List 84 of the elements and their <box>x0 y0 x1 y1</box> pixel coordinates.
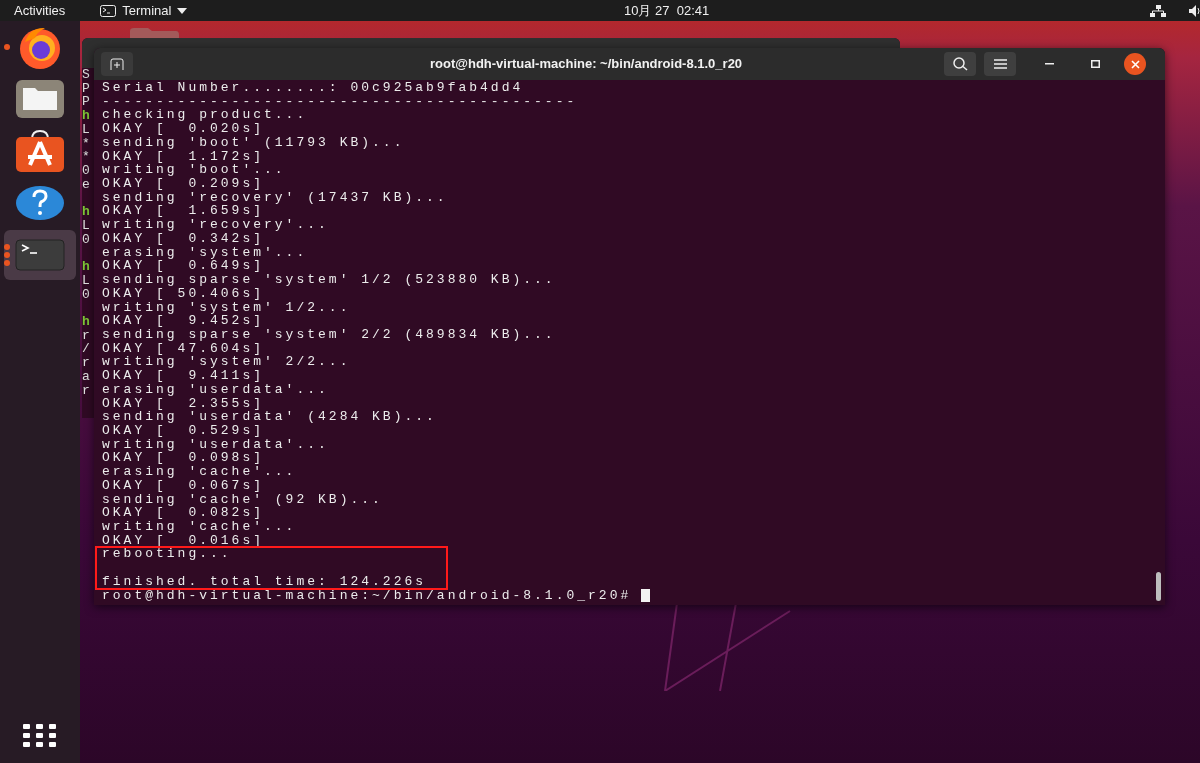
running-indicator <box>4 44 10 50</box>
terminal-line: r <box>82 383 90 398</box>
app-menu[interactable]: Terminal <box>100 0 188 21</box>
terminal-line: rebooting... <box>102 547 232 562</box>
terminal-line: writing 'cache'... <box>102 520 297 534</box>
terminal-line: * <box>82 150 90 165</box>
terminal-icon <box>100 4 117 17</box>
terminal-line: writing 'system' 2/2... <box>102 355 351 370</box>
terminal-prompt: h <box>82 260 90 274</box>
terminal-line: finished. total time: 124.226s <box>102 574 427 589</box>
close-icon <box>1130 59 1140 69</box>
terminal-line: writing 'system' 1/2... <box>102 300 351 315</box>
search-button[interactable] <box>944 52 976 76</box>
terminal-prompt: h <box>82 109 90 123</box>
search-icon <box>952 57 968 71</box>
maximize-icon <box>1090 60 1100 68</box>
terminal-line: -------------------------------------------- <box>102 94 578 109</box>
terminal-line: OKAY [ 0.098s] <box>102 451 265 466</box>
help-icon[interactable] <box>15 185 65 221</box>
terminal-line: e <box>82 177 90 192</box>
terminal-line: sending 'recovery' (17437 KB)... <box>102 190 448 205</box>
activities-button[interactable]: Activities <box>14 0 66 21</box>
terminal-line: OKAY [ 0.082s] <box>102 506 265 520</box>
terminal-line: / <box>82 342 90 357</box>
running-indicator <box>4 244 10 266</box>
scrollbar[interactable] <box>1156 572 1161 601</box>
terminal-prompt: h <box>82 314 90 329</box>
terminal-line: P <box>82 95 90 110</box>
menu-button[interactable] <box>984 52 1016 76</box>
terminal-line: erasing 'system'... <box>102 245 308 260</box>
terminal-line: checking product... <box>102 108 308 123</box>
terminal-line: OKAY [ 9.411s] <box>102 369 265 383</box>
terminal-line: Serial Number........: 00c925ab9fab4dd4 <box>102 81 524 95</box>
volume-icon[interactable] <box>1189 4 1200 17</box>
app-grid-icon[interactable] <box>23 724 57 748</box>
terminal-line: OKAY [ 9.452s] <box>102 314 265 328</box>
clock[interactable]: 10月 27 02:41 <box>624 0 710 21</box>
terminal-line: OKAY [ 0.067s] <box>102 478 265 493</box>
terminal-line: writing 'boot'... <box>102 163 286 178</box>
terminal-line: sending sparse 'system' 2/2 (489834 KB)... <box>102 327 556 342</box>
terminal-line: writing 'recovery'... <box>102 218 329 232</box>
terminal-line: writing 'userdata'... <box>102 437 329 452</box>
terminal-icon[interactable] <box>15 239 65 271</box>
terminal-line: sending 'userdata' (4284 KB)... <box>102 410 437 424</box>
terminal-line: OKAY [ 2.355s] <box>102 396 265 411</box>
terminal-line: OKAY [ 1.659s] <box>102 204 265 219</box>
terminal-line: OKAY [ 50.406s] <box>102 286 265 301</box>
terminal-line: OKAY [ 0.342s] <box>102 231 265 246</box>
terminal-line: r <box>82 356 90 370</box>
caret-icon <box>177 7 188 14</box>
terminal-line: 0 <box>82 287 90 302</box>
terminal-line: L <box>82 218 90 233</box>
terminal-line: P <box>82 81 90 96</box>
network-icon[interactable] <box>1150 4 1166 17</box>
terminal-line: * <box>82 136 90 151</box>
terminal-line: OKAY [ 0.020s] <box>102 122 265 136</box>
terminal-line: a <box>82 369 90 384</box>
terminal-prompt: root@hdh-virtual-machine:~/bin/android-8.1.0_r20# <box>102 588 632 603</box>
terminal-prompt: h <box>82 205 90 219</box>
terminal-line: 0 <box>82 232 90 247</box>
new-tab-icon <box>109 58 125 70</box>
terminal-line: erasing 'userdata'... <box>102 382 329 397</box>
minimize-icon <box>1044 63 1054 65</box>
terminal-line: OKAY [ 0.209s] <box>102 177 265 191</box>
menu-icon <box>993 59 1007 69</box>
terminal-line: sending sparse 'system' 1/2 (523880 KB)... <box>102 273 556 287</box>
terminal-line: sending 'boot' (11793 KB)... <box>102 135 405 150</box>
terminal-line: sending 'cache' (92 KB)... <box>102 492 383 507</box>
terminal-line: r <box>82 328 90 343</box>
terminal-line: L <box>82 273 90 288</box>
terminal-line: OKAY [ 0.649s] <box>102 259 265 274</box>
terminal-line: OKAY [ 0.529s] <box>102 423 265 438</box>
new-tab-button[interactable] <box>101 52 133 76</box>
folder-icon[interactable] <box>15 79 65 119</box>
window-title: root@hdh-virtual-machine: ~/bin/android-8.1.0_r20 <box>430 55 743 74</box>
close-button[interactable] <box>1124 53 1146 75</box>
terminal-line: 0 <box>82 164 90 178</box>
terminal-line: L <box>82 122 90 137</box>
terminal-line: OKAY [ 1.172s] <box>102 149 265 164</box>
terminal-line: OKAY [ 47.604s] <box>102 341 265 356</box>
terminal-line: S <box>82 68 90 82</box>
cursor <box>641 588 651 602</box>
shopping-bag-icon[interactable] <box>15 129 65 173</box>
terminal-line: erasing 'cache'... <box>102 465 297 479</box>
